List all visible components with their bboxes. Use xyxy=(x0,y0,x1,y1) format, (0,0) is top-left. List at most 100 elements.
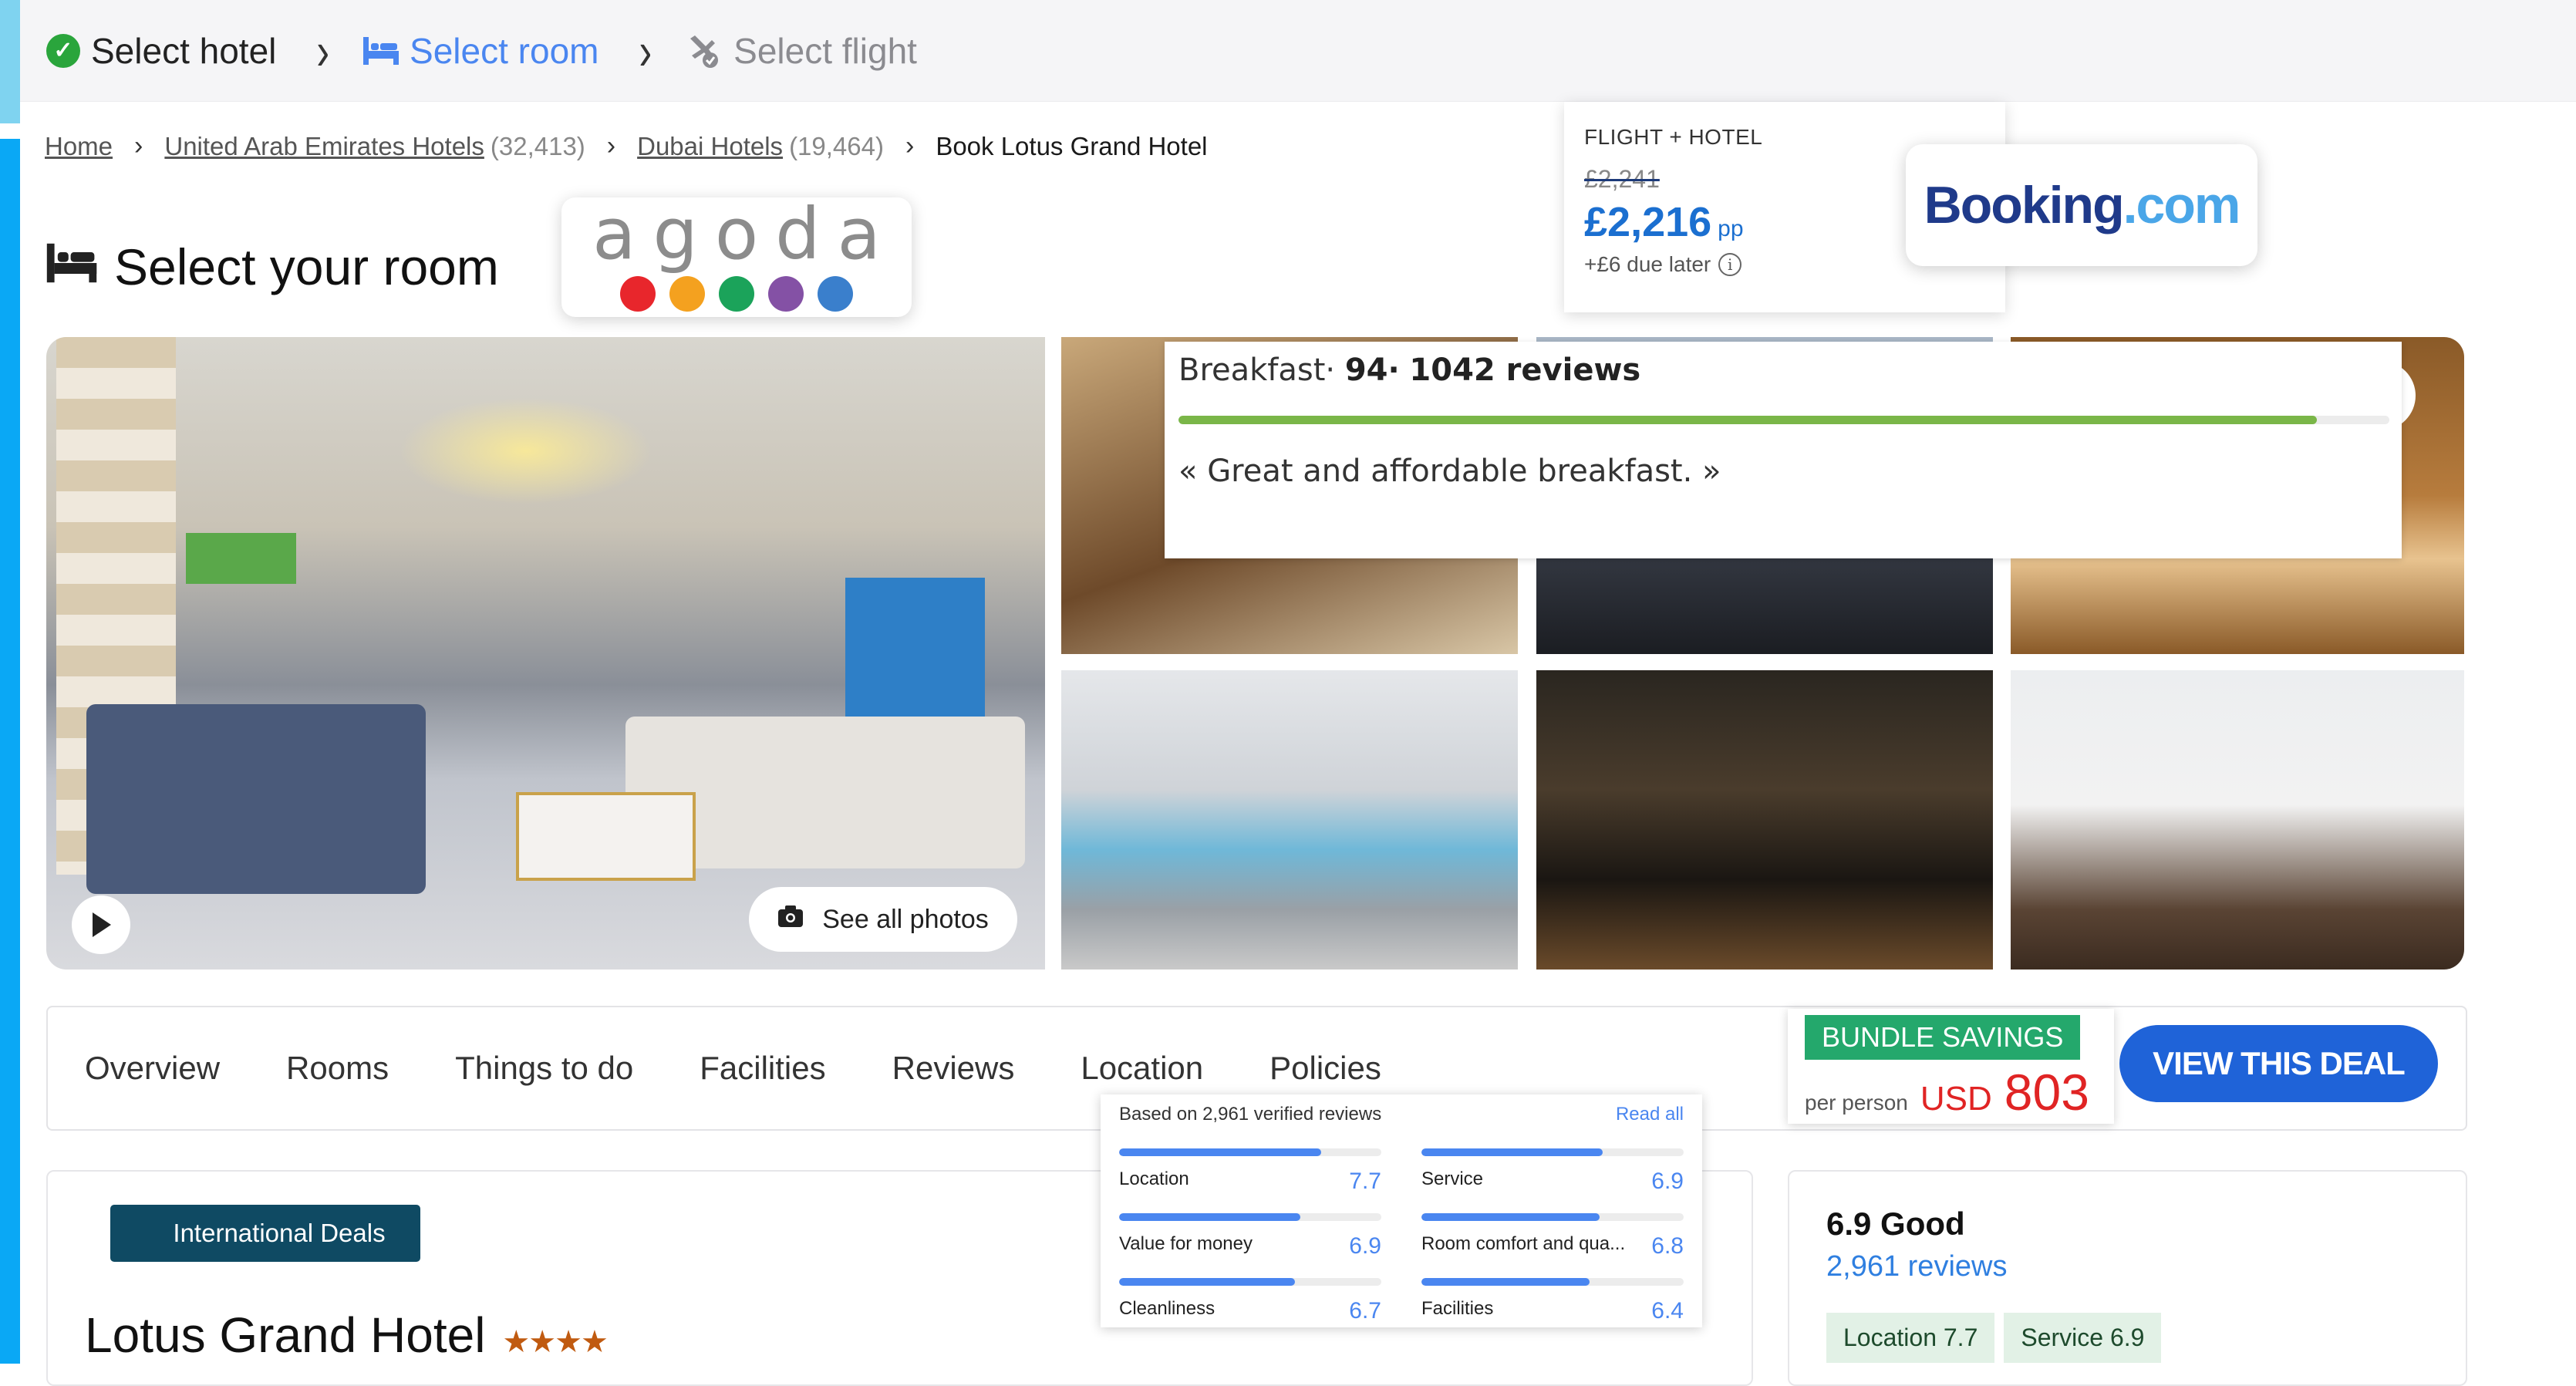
breadcrumb: Home › United Arab Emirates Hotels (32,4… xyxy=(45,131,1208,161)
category-score-bar xyxy=(1421,1148,1684,1156)
agoda-dot xyxy=(620,275,656,312)
chevron-right-icon: › xyxy=(606,131,616,160)
booking-com-logo: Booking .com xyxy=(1906,144,2257,266)
price-unit: pp xyxy=(1718,216,1744,241)
category-score: 7.7 xyxy=(1349,1168,1381,1194)
bundle-amount: 803 xyxy=(2004,1064,2089,1121)
chevron-right-icon: › xyxy=(905,131,915,160)
review-category: Value for money 6.9 xyxy=(1119,1213,1381,1260)
step-select-hotel[interactable]: ✓ Select hotel xyxy=(46,30,276,72)
breakfast-category: Breakfast· xyxy=(1178,352,1336,388)
category-score-bar-fill xyxy=(1119,1278,1295,1286)
step-select-room[interactable]: Select room xyxy=(363,30,598,72)
bed-icon xyxy=(363,35,400,66)
hotel-photo-pool[interactable] xyxy=(1061,670,1518,970)
review-breakdown-header: Based on 2,961 verified reviews Read all xyxy=(1119,1104,1684,1125)
check-circle-icon: ✓ xyxy=(46,33,80,68)
category-score: 6.4 xyxy=(1651,1298,1684,1324)
tab-location[interactable]: Location xyxy=(1081,1050,1203,1087)
category-name: Service xyxy=(1421,1168,1484,1189)
bundle-savings-badge: BUNDLE SAVINGS xyxy=(1805,1015,2081,1060)
page-title-text: Select your room xyxy=(114,238,499,295)
tab-policies[interactable]: Policies xyxy=(1269,1050,1381,1087)
category-score-bar xyxy=(1119,1213,1381,1221)
category-score-bar-fill xyxy=(1421,1213,1600,1221)
tab-things-to-do[interactable]: Things to do xyxy=(455,1050,633,1087)
chevron-right-icon: › xyxy=(134,131,143,160)
tab-facilities[interactable]: Facilities xyxy=(700,1050,825,1087)
breakfast-score-bar xyxy=(1178,416,2389,424)
rating-chips: Location 7.7 Service 6.9 xyxy=(1826,1313,2429,1363)
category-score-bar xyxy=(1119,1148,1381,1156)
chevron-right-icon: › xyxy=(316,20,330,81)
step-label: Select room xyxy=(410,30,599,71)
read-all-link[interactable]: Read all xyxy=(1616,1104,1684,1125)
breadcrumb-country[interactable]: United Arab Emirates Hotels xyxy=(164,132,484,161)
photo-detail xyxy=(86,703,427,894)
category-name: Value for money xyxy=(1119,1233,1253,1254)
play-icon xyxy=(93,912,111,937)
booking-logo-part: .com xyxy=(2123,176,2241,234)
chevron-right-icon: › xyxy=(639,20,652,81)
breadcrumb-home[interactable]: Home xyxy=(45,132,113,161)
category-name: Facilities xyxy=(1421,1298,1494,1319)
rating-chip-service: Service 6.9 xyxy=(2004,1313,2162,1363)
category-score-bar xyxy=(1421,1278,1684,1286)
step-select-flight[interactable]: Select flight xyxy=(686,30,917,72)
category-name: Room comfort and qua... xyxy=(1421,1233,1626,1254)
hotel-photo-restaurant[interactable] xyxy=(1536,670,1993,970)
info-icon[interactable]: i xyxy=(1718,253,1742,276)
view-this-deal-button[interactable]: VIEW THIS DEAL xyxy=(2119,1025,2438,1102)
category-score: 6.7 xyxy=(1349,1298,1381,1324)
review-category: Facilities 6.4 xyxy=(1421,1278,1684,1324)
breakfast-score-bar-fill xyxy=(1178,416,2317,424)
agoda-dot xyxy=(669,275,705,312)
booking-steps: ✓ Select hotel › Select room › Select fl… xyxy=(20,0,2576,102)
category-name: Location xyxy=(1119,1168,1189,1189)
agoda-dot xyxy=(768,275,804,312)
play-video-button[interactable] xyxy=(72,895,130,954)
bundle-currency: USD xyxy=(1920,1080,1992,1118)
breadcrumb-current: Book Lotus Grand Hotel xyxy=(936,131,1208,160)
agoda-wordmark: agoda xyxy=(592,192,898,275)
category-score-bar-fill xyxy=(1119,1213,1300,1221)
breadcrumb-city[interactable]: Dubai Hotels xyxy=(637,132,783,161)
breakfast-score: 94· xyxy=(1344,352,1400,388)
category-score-bar-fill xyxy=(1421,1278,1590,1286)
breadcrumb-count: (32,413) xyxy=(490,131,585,160)
see-all-photos-button[interactable]: See all photos xyxy=(749,887,1017,952)
hotel-photo-salon[interactable] xyxy=(2011,670,2464,970)
category-score-bar-fill xyxy=(1421,1148,1603,1156)
breakfast-review-count: 1042 reviews xyxy=(1409,352,1641,388)
category-score: 6.9 xyxy=(1651,1168,1684,1194)
review-count-link[interactable]: 2,961 reviews xyxy=(1826,1250,2429,1283)
due-later-text: +£6 due later xyxy=(1584,252,1711,276)
review-breakdown-popup: Based on 2,961 verified reviews Read all… xyxy=(1101,1094,1702,1327)
breakfast-quote: « Great and affordable breakfast. » xyxy=(1178,454,1721,489)
agoda-logo: agoda xyxy=(561,197,912,317)
tab-overview[interactable]: Overview xyxy=(85,1050,220,1087)
breadcrumb-count: (19,464) xyxy=(789,131,884,160)
bundle-price: per person USD 803 xyxy=(1805,1063,2097,1121)
agoda-dots xyxy=(620,275,853,312)
step-label: Select flight xyxy=(733,30,917,71)
rating-chip-location: Location 7.7 xyxy=(1826,1313,1995,1363)
hotel-name: Lotus Grand Hotel ★★★★ xyxy=(85,1307,609,1364)
photo-detail xyxy=(515,792,696,882)
star-rating-icon: ★★★★ xyxy=(502,1325,608,1359)
price-value: £2,216 xyxy=(1584,199,1712,245)
category-score: 6.8 xyxy=(1651,1233,1684,1259)
booking-logo-part: Booking xyxy=(1924,176,2125,234)
rating-summary-card: 6.9 Good 2,961 reviews Location 7.7 Serv… xyxy=(1788,1170,2467,1386)
tab-reviews[interactable]: Reviews xyxy=(892,1050,1015,1087)
main-hotel-photo[interactable] xyxy=(46,337,1045,970)
category-score-bar-fill xyxy=(1119,1148,1321,1156)
tab-rooms[interactable]: Rooms xyxy=(286,1050,389,1087)
category-score-bar xyxy=(1119,1278,1381,1286)
review-category: Service 6.9 xyxy=(1421,1148,1684,1195)
accent-strip-top xyxy=(0,0,20,123)
category-score: 6.9 xyxy=(1349,1233,1381,1259)
based-on-reviews: Based on 2,961 verified reviews xyxy=(1119,1104,1382,1125)
plane-icon xyxy=(686,32,723,69)
review-category: Location 7.7 xyxy=(1119,1148,1381,1195)
